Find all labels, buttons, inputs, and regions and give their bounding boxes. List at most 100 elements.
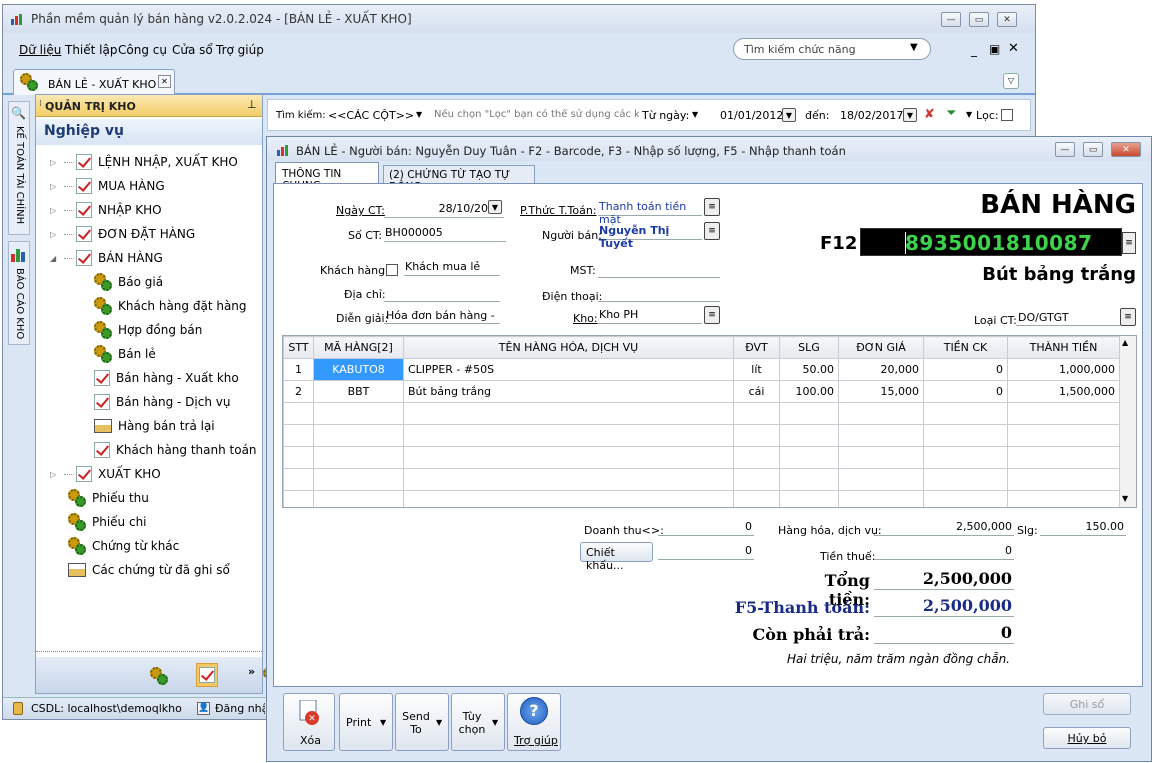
mdi-restore-icon[interactable]: ▣ — [989, 42, 1000, 56]
table-cell[interactable]: KABUTO8 — [313, 358, 404, 381]
table-cell[interactable]: 1,500,000 — [1007, 380, 1120, 403]
table-cell[interactable] — [403, 446, 734, 469]
table-cell[interactable]: 50.00 — [779, 358, 839, 381]
customer-checkbox[interactable] — [386, 264, 398, 276]
filter-hint[interactable]: Nếu chọn "Lọc" bạn có thể sử dụng các ký — [434, 109, 639, 120]
table-cell[interactable] — [779, 446, 839, 469]
more-shortcuts-icon[interactable]: » — [248, 665, 255, 678]
sidebar-item[interactable]: Các chứng từ đã ghi sổ — [50, 559, 230, 581]
payment-dropdown-icon[interactable]: ≡ — [704, 198, 720, 216]
sidebar-item[interactable]: Hợp đồng bán — [94, 319, 202, 341]
table-cell[interactable] — [1007, 490, 1120, 507]
columns-dropdown[interactable]: <<CÁC CỘT>> ▼ — [326, 105, 430, 125]
column-header[interactable]: THÀNH TIỀN — [1007, 336, 1120, 359]
customer-field[interactable]: Khách mua lẻ — [404, 258, 500, 276]
vtab-accounting[interactable]: 🔍 KẾ TOÁN TÀI CHÍNH — [8, 101, 30, 235]
sidebar-item[interactable]: ▷ NHẬP KHO — [50, 199, 162, 221]
column-header[interactable]: STT — [283, 336, 314, 359]
table-cell[interactable] — [838, 446, 924, 469]
table-cell[interactable] — [1007, 468, 1120, 491]
empty-row[interactable] — [283, 424, 1120, 447]
column-header[interactable]: MÃ HÀNG[2] — [313, 336, 404, 359]
sidebar-item[interactable]: Bán hàng - Xuất kho — [94, 367, 239, 389]
mdi-close-icon[interactable]: ✕ — [1008, 41, 1019, 56]
discount-button[interactable]: Chiết khấu... — [580, 542, 653, 572]
table-cell[interactable] — [1007, 424, 1120, 447]
table-cell[interactable]: 0 — [923, 358, 1008, 381]
close-button[interactable]: ✕ — [997, 12, 1017, 27]
table-cell[interactable] — [779, 490, 839, 507]
tax-field[interactable] — [598, 260, 720, 278]
table-cell[interactable]: 100.00 — [779, 380, 839, 403]
sidebar-item[interactable]: Phiếu chi — [50, 511, 147, 533]
dialog-minimize-button[interactable]: — — [1055, 142, 1075, 157]
sidebar-item[interactable]: ▷ MUA HÀNG — [50, 175, 165, 197]
discount-field[interactable]: 0 — [658, 542, 754, 560]
table-row[interactable]: 2 BBT Bút bảng trắng cái 100.00 15,000 0 1,500,… — [283, 380, 1120, 403]
table-cell[interactable]: 1,000,000 — [1007, 358, 1120, 381]
table-cell[interactable] — [733, 468, 780, 491]
empty-row[interactable] — [283, 468, 1120, 491]
from-date-picker[interactable]: ▼ — [782, 108, 796, 122]
table-cell[interactable] — [838, 402, 924, 425]
date-picker-button[interactable]: ▼ — [488, 200, 502, 214]
help-button[interactable]: ? Trợ giúp — [507, 693, 561, 751]
funnel-icon[interactable]: ⏷ — [946, 106, 956, 121]
dialog-maximize-button[interactable]: ▭ — [1083, 142, 1103, 157]
phone-field[interactable] — [598, 284, 720, 302]
table-cell[interactable] — [779, 468, 839, 491]
sidebar-item[interactable]: ▷ LỆNH NHẬP, XUẤT KHO — [50, 151, 238, 173]
sidebar-item[interactable]: Hàng bán trả lại — [94, 415, 215, 437]
mdi-minimize-icon[interactable]: _ — [971, 43, 977, 57]
grid-scrollbar[interactable]: ▲ ▼ — [1119, 336, 1136, 507]
column-header[interactable]: TIỀN CK — [923, 336, 1008, 359]
table-cell[interactable]: 15,000 — [838, 380, 924, 403]
table-cell[interactable] — [838, 424, 924, 447]
note-field[interactable]: Hóa đơn bán hàng - — [384, 306, 500, 324]
table-cell[interactable] — [283, 402, 314, 425]
tab-list-icon[interactable]: ▽ — [1003, 73, 1019, 89]
empty-row[interactable] — [283, 446, 1120, 469]
table-cell[interactable]: CLIPPER - #50S — [403, 358, 734, 381]
feature-search-box[interactable]: Tìm kiếm chức năng ▼ — [733, 38, 931, 60]
maximize-button[interactable]: ▭ — [969, 12, 989, 27]
tax-amount-field[interactable]: 0 — [874, 542, 1014, 560]
table-cell[interactable] — [403, 490, 734, 507]
warehouse-dropdown-icon[interactable]: ≡ — [704, 306, 720, 324]
tab-close-icon[interactable]: ✕ — [158, 75, 171, 88]
cancel-button[interactable]: Hủy bỏ — [1043, 727, 1131, 749]
sidebar-item[interactable]: Khách hàng thanh toán — [94, 439, 257, 461]
chevron-down-icon[interactable]: ▼ — [692, 110, 698, 119]
send-to-button[interactable]: Send To ▼ — [395, 693, 449, 751]
vtab-reports[interactable]: BÁO CÁO KHO — [8, 241, 30, 345]
sidebar-item[interactable]: Bán lẻ — [94, 343, 156, 365]
payment-field[interactable]: Thanh toán tiền mặt — [598, 198, 702, 226]
table-cell[interactable] — [923, 402, 1008, 425]
splitter-grip[interactable] — [36, 651, 262, 655]
docno-field[interactable]: BH000005 — [384, 224, 506, 242]
column-header[interactable]: ĐƠN GIÁ — [838, 336, 924, 359]
revenue-field[interactable]: 0 — [658, 518, 754, 536]
table-cell[interactable] — [313, 446, 404, 469]
to-date-value[interactable]: 18/02/2017 — [840, 109, 903, 122]
gear-shortcut-icon[interactable] — [150, 667, 168, 685]
tab-auto-docs[interactable]: (2) CHỨNG TỪ TẠO TỰ ĐỘNG — [383, 165, 535, 193]
sidebar-item[interactable]: ◢ BÁN HÀNG — [50, 247, 163, 269]
from-date-value[interactable]: 01/01/2012 — [720, 109, 783, 122]
column-header[interactable]: ĐVT — [733, 336, 780, 359]
table-cell[interactable] — [838, 468, 924, 491]
scroll-up-icon[interactable]: ▲ — [1122, 338, 1128, 347]
table-cell[interactable] — [283, 446, 314, 469]
seller-field[interactable]: Nguyễn Thị Tuyết — [598, 222, 702, 250]
seller-dropdown-icon[interactable]: ≡ — [704, 222, 720, 240]
table-cell[interactable] — [838, 490, 924, 507]
table-cell[interactable] — [403, 468, 734, 491]
minimize-button[interactable]: — — [941, 12, 961, 27]
table-cell[interactable]: lít — [733, 358, 780, 381]
chevron-down-icon[interactable]: ▼ — [966, 110, 972, 119]
empty-row[interactable] — [283, 490, 1120, 507]
empty-row[interactable] — [283, 402, 1120, 425]
table-cell[interactable]: BBT — [313, 380, 404, 403]
doctype-dropdown-icon[interactable]: ≡ — [1120, 308, 1136, 326]
table-cell[interactable] — [733, 424, 780, 447]
